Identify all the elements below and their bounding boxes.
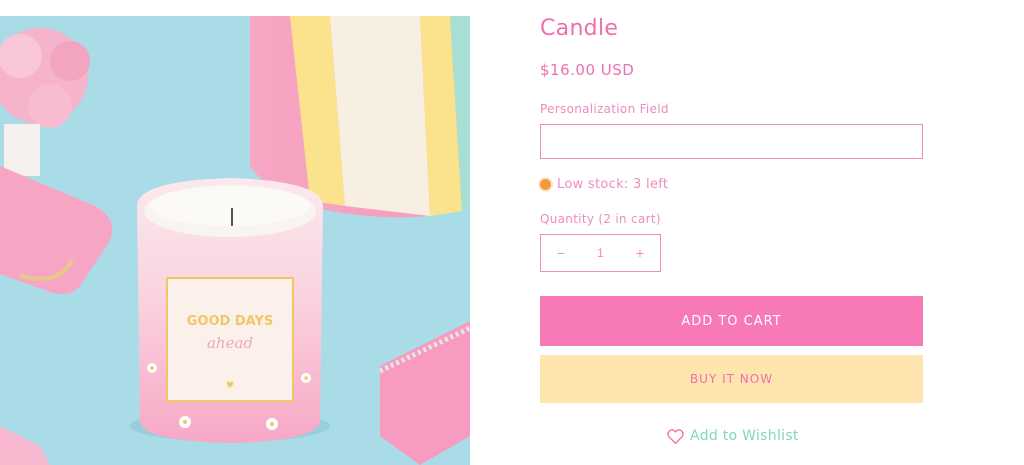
personalization-input[interactable] <box>540 124 923 159</box>
increase-quantity-button[interactable]: + <box>620 235 660 271</box>
buy-now-button[interactable]: BUY IT NOW <box>540 355 923 403</box>
jar-label-line2: ahead <box>207 334 253 352</box>
wishlist-label: Add to Wishlist <box>690 428 799 444</box>
personalization-label: Personalization Field <box>540 102 669 116</box>
stock-status: Low stock: 3 left <box>540 177 668 192</box>
add-to-cart-button[interactable]: ADD TO CART <box>540 296 923 346</box>
add-to-wishlist-link[interactable]: Add to Wishlist <box>667 428 799 444</box>
quantity-label: Quantity (2 in cart) <box>540 212 661 226</box>
product-photo: GOOD DAYS ahead ♥ <box>0 16 470 465</box>
decrease-quantity-button[interactable]: − <box>541 235 581 271</box>
quantity-stepper: − + <box>540 234 661 272</box>
product-title: Candle <box>540 16 619 41</box>
jar-label-line1: GOOD DAYS <box>187 314 273 329</box>
candle-jar: GOOD DAYS ahead ♥ <box>130 178 330 443</box>
product-image[interactable]: GOOD DAYS ahead ♥ <box>0 16 470 465</box>
product-price: $16.00 USD <box>540 61 635 79</box>
heart-mark: ♥ <box>226 381 234 391</box>
stock-text: Low stock: 3 left <box>557 177 669 192</box>
heart-icon <box>667 428 684 444</box>
status-dot-icon <box>540 179 551 190</box>
quantity-input[interactable] <box>581 246 620 260</box>
